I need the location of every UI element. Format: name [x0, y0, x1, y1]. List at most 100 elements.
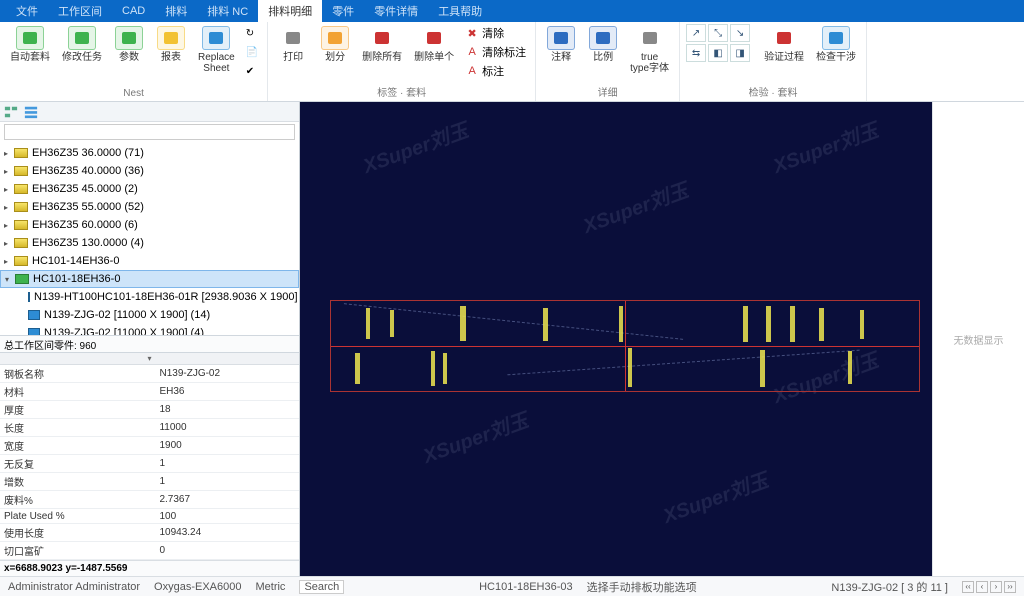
params-icon: [120, 30, 138, 46]
ribbon-group-nest: 自动套料修改任务参数报表ReplaceSheet↻📄✔ Nest: [0, 22, 268, 101]
tree-item[interactable]: N139-ZJG-02 [11000 X 1900] (4): [0, 324, 299, 335]
tab-6[interactable]: 零件: [322, 0, 364, 22]
prop-row: 钢板名称N139-ZJG-02: [0, 365, 299, 383]
tree-search: [0, 122, 299, 142]
info-pane: 无数据显示: [932, 102, 1024, 576]
mini-✔[interactable]: ✔: [243, 62, 261, 80]
prop-row: Plate Used %100: [0, 509, 299, 524]
prop-row: 切口富矿0: [0, 542, 299, 560]
menu-tabbar: 文件工作区间CAD排料排料 NC排料明细零件零件详情工具帮助: [0, 0, 1024, 22]
print-icon: [284, 30, 302, 46]
truetype-icon: [641, 30, 659, 46]
prop-row: 材料EH36: [0, 383, 299, 401]
tree-group[interactable]: ▸EH36Z35 45.0000 (2): [0, 180, 299, 198]
ribbon-group-label: Nest: [6, 86, 261, 101]
tag-清除标注[interactable]: A清除标注: [462, 43, 529, 61]
tree-search-input[interactable]: [4, 124, 295, 140]
annot-button[interactable]: 注释: [542, 24, 580, 65]
tab-3[interactable]: 排料: [155, 0, 197, 22]
report-button[interactable]: 报表: [152, 24, 190, 65]
ribbon-group-check: ↗⤡↘ ⇆◧◨ 验证过程检查干涉 检验 · 套料: [680, 22, 867, 101]
collapse-handle[interactable]: ▾: [0, 353, 299, 365]
print-button[interactable]: 打印: [274, 24, 312, 65]
ribbon-group-tag: 打印划分删除所有删除单个✖清除A清除标注A标注 标签 · 套料: [268, 22, 536, 101]
tree-group[interactable]: ▸EH36Z35 55.0000 (52): [0, 198, 299, 216]
tree-group-active[interactable]: ▾HC101-18EH36-0: [0, 270, 299, 288]
list-icon[interactable]: [24, 105, 38, 119]
nest-canvas[interactable]: XSuper刘玉 XSuper刘玉 XSuper刘玉 XSuper刘玉 XSup…: [300, 102, 932, 576]
truetype-button[interactable]: truetype字体: [626, 24, 673, 76]
prop-row: 长度11000: [0, 419, 299, 437]
coord-readout: x=6688.9023 y=-1487.5569: [0, 560, 299, 576]
sheet-outline: [330, 300, 920, 392]
material-tree[interactable]: ▸EH36Z35 36.0000 (71)▸EH36Z35 40.0000 (3…: [0, 142, 299, 335]
tag-标注[interactable]: A标注: [462, 62, 529, 80]
verify-button[interactable]: 验证过程: [760, 24, 808, 65]
align-⇆[interactable]: ⇆: [686, 44, 706, 62]
tree-toolbar: [0, 102, 299, 122]
ribbon-group-label: 详细: [542, 82, 673, 101]
del-all-button[interactable]: 删除所有: [358, 24, 406, 65]
tab-2[interactable]: CAD: [112, 2, 155, 20]
pager[interactable]: ‹‹‹›››: [962, 581, 1016, 593]
status-search[interactable]: Search: [299, 580, 344, 594]
status-hint: 选择手动排板功能选项: [587, 579, 697, 595]
status-bar: Administrator Administrator Oxygas-EXA60…: [0, 576, 1024, 596]
align-◨[interactable]: ◨: [730, 44, 750, 62]
tree-item[interactable]: N139-ZJG-02 [11000 X 1900] (14): [0, 306, 299, 324]
status-page: N139-ZJG-02 [ 3 的 11 ]: [831, 579, 948, 595]
split-button[interactable]: 划分: [316, 24, 354, 65]
prop-row: 废料%2.7367: [0, 491, 299, 509]
interfere-button[interactable]: 检查干涉: [812, 24, 860, 65]
summary-bar: 总工作区间零件: 960: [0, 335, 299, 353]
ribbon: 自动套料修改任务参数报表ReplaceSheet↻📄✔ Nest 打印划分删除所…: [0, 22, 1024, 102]
status-units: Metric: [255, 581, 285, 593]
auto-nest-button[interactable]: 自动套料: [6, 24, 54, 65]
ribbon-group-view: 注释比例truetype字体 详细: [536, 22, 680, 101]
prop-row: 无反复1: [0, 455, 299, 473]
tab-7[interactable]: 零件详情: [364, 0, 428, 22]
status-user: Administrator Administrator: [8, 581, 140, 593]
scale-button[interactable]: 比例: [584, 24, 622, 65]
prop-row: 使用长度10943.24: [0, 524, 299, 542]
tab-5[interactable]: 排料明细: [258, 0, 322, 22]
edit-task-icon: [73, 30, 91, 46]
edit-task-button[interactable]: 修改任务: [58, 24, 106, 65]
del-one-icon: [425, 30, 443, 46]
canvas-area: XSuper刘玉 XSuper刘玉 XSuper刘玉 XSuper刘玉 XSup…: [300, 102, 1024, 576]
align-↘[interactable]: ↘: [730, 24, 750, 42]
tree-group[interactable]: ▸EH36Z35 130.0000 (4): [0, 234, 299, 252]
property-grid: 钢板名称N139-ZJG-02材料EH36厚度18长度11000宽度1900无反…: [0, 365, 299, 560]
status-sheet: HC101-18EH36-03: [479, 581, 573, 593]
ribbon-group-label: 标签 · 套料: [274, 82, 529, 101]
tree-item[interactable]: N139-HT100HC101-18EH36-01R [2938.9036 X …: [0, 288, 299, 306]
mini-📄[interactable]: 📄: [243, 43, 261, 61]
tree-group[interactable]: ▸EH36Z35 60.0000 (6): [0, 216, 299, 234]
tree-group[interactable]: ▸EH36Z35 36.0000 (71): [0, 144, 299, 162]
tag-清除[interactable]: ✖清除: [462, 24, 529, 42]
del-one-button[interactable]: 删除单个: [410, 24, 458, 65]
align-◧[interactable]: ◧: [708, 44, 728, 62]
replace-sheet-button[interactable]: ReplaceSheet: [194, 24, 239, 76]
tab-8[interactable]: 工具帮助: [428, 0, 492, 22]
interfere-icon: [827, 30, 845, 46]
prop-row: 厚度18: [0, 401, 299, 419]
params-button[interactable]: 参数: [110, 24, 148, 65]
left-panel: ▸EH36Z35 36.0000 (71)▸EH36Z35 40.0000 (3…: [0, 102, 300, 576]
tab-4[interactable]: 排料 NC: [197, 0, 258, 22]
tree-icon[interactable]: [4, 105, 18, 119]
prop-row: 宽度1900: [0, 437, 299, 455]
scale-icon: [594, 30, 612, 46]
tab-1[interactable]: 工作区间: [48, 0, 112, 22]
tree-group[interactable]: ▸EH36Z35 40.0000 (36): [0, 162, 299, 180]
annot-icon: [552, 30, 570, 46]
tab-0[interactable]: 文件: [6, 0, 48, 22]
align-↗[interactable]: ↗: [686, 24, 706, 42]
del-all-icon: [373, 30, 391, 46]
align-⤡[interactable]: ⤡: [708, 24, 728, 42]
tree-group[interactable]: ▸HC101-14EH36-0: [0, 252, 299, 270]
split-icon: [326, 30, 344, 46]
ribbon-group-label: 检验 · 套料: [686, 82, 860, 101]
prop-row: 增数1: [0, 473, 299, 491]
mini-↻[interactable]: ↻: [243, 24, 261, 42]
